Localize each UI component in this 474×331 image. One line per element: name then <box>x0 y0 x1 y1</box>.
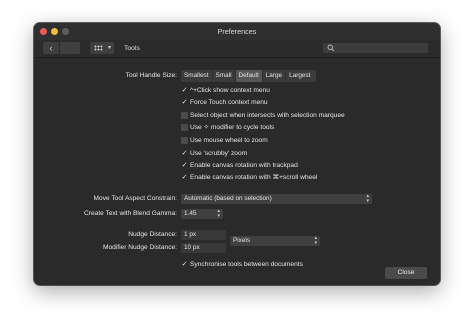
checkmark-icon: ✓ <box>181 150 188 157</box>
checkbox-box <box>181 124 188 131</box>
updown-arrows-icon: ▴ ▾ <box>217 208 220 219</box>
grid-icon <box>94 45 103 51</box>
units-value: Pixels <box>233 237 251 244</box>
search-input[interactable] <box>323 43 428 53</box>
close-button[interactable]: Close <box>385 267 427 279</box>
handle-size-largest[interactable]: Largest <box>286 70 316 82</box>
blend-gamma-value: 1.45 <box>184 210 197 217</box>
units-select[interactable]: Pixels ▴ ▾ <box>230 236 320 246</box>
blend-gamma-label: Create Text with Blend Gamma: <box>84 210 177 217</box>
toolbar: ‹ ▾ Tools <box>34 40 440 58</box>
nudge-distance-field[interactable]: 1 px <box>181 230 226 240</box>
modifier-nudge-field[interactable]: 10 px <box>181 243 226 253</box>
updown-arrows-icon: ▴ ▾ <box>314 235 317 246</box>
preferences-window: Preferences ‹ ▾ Tools Tool Handle Size: … <box>34 23 440 285</box>
title-bar: Preferences <box>34 23 440 40</box>
checkmark-icon: ✓ <box>181 174 188 181</box>
handle-size-smallest[interactable]: Smallest <box>181 70 213 82</box>
checkmark-icon: ✓ <box>181 87 188 94</box>
back-button[interactable]: ‹ <box>43 42 59 54</box>
handle-size-default[interactable]: Default <box>235 70 263 82</box>
nudge-distance-label: Nudge Distance: <box>128 231 177 238</box>
tool-handle-size-segmented: Smallest Small Default Large Largest <box>181 70 317 82</box>
section-title: Tools <box>124 45 140 52</box>
blend-gamma-select[interactable]: 1.45 ▴ ▾ <box>181 209 223 219</box>
checkmark-icon: ✓ <box>181 162 188 169</box>
tool-handle-size-label: Tool Handle Size: <box>125 72 177 79</box>
chevron-down-icon: ▾ <box>107 45 111 51</box>
checkbox-box <box>181 112 188 119</box>
move-aspect-select[interactable]: Automatic (based on selection) ▴ ▾ <box>181 194 372 204</box>
handle-size-large[interactable]: Large <box>263 70 287 82</box>
handle-size-small[interactable]: Small <box>213 70 236 82</box>
checkmark-icon: ✓ <box>181 99 188 106</box>
window-title: Preferences <box>217 27 257 36</box>
search-icon <box>327 44 335 52</box>
checkbox-box <box>181 137 188 144</box>
updown-arrows-icon: ▴ ▾ <box>366 193 369 204</box>
modifier-nudge-label: Modifier Nudge Distance: <box>102 244 177 251</box>
move-aspect-value: Automatic (based on selection) <box>184 195 272 202</box>
checkmark-icon: ✓ <box>181 261 188 268</box>
forward-button[interactable] <box>60 42 80 54</box>
move-aspect-label: Move Tool Aspect Constrain: <box>93 195 177 202</box>
show-all-button[interactable]: ▾ <box>90 42 114 54</box>
